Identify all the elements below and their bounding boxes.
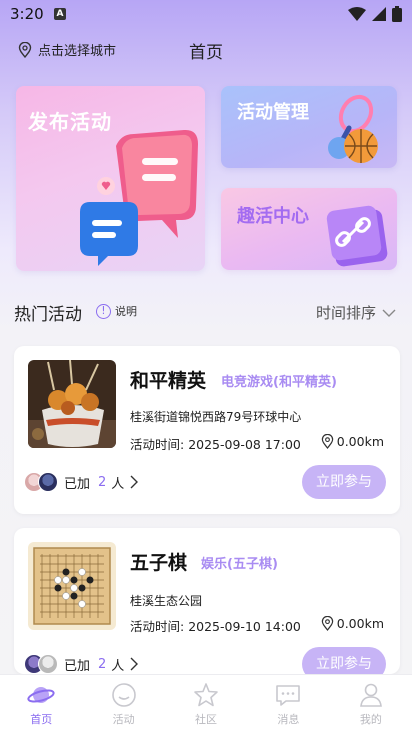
tab-community-label: 社区	[195, 713, 218, 726]
tab-home[interactable]: 首页	[0, 675, 82, 732]
activity-name: 五子棋	[130, 552, 188, 574]
joined-count: 2	[98, 474, 107, 490]
link-cube-icon	[326, 205, 388, 267]
status-time: 3:20	[10, 5, 44, 23]
status-bar: 3:20 A	[0, 0, 412, 30]
page-title: 首页	[189, 43, 223, 63]
activity-card[interactable]: 五子棋 娱乐(五子棋) 桂溪生态公园 活动时间: 2025-09-10 14:0…	[14, 528, 400, 674]
tab-profile[interactable]: 我的	[330, 675, 412, 732]
tab-profile-label: 我的	[359, 713, 382, 726]
activity-image-gomoku	[28, 542, 116, 630]
joined-prefix: 已加	[64, 658, 91, 674]
joined-count: 2	[98, 656, 107, 672]
activity-image-food	[28, 360, 116, 448]
smile-icon	[111, 683, 136, 707]
join-now-button[interactable]: 立即参与	[302, 647, 386, 674]
joined-prefix: 已加	[64, 476, 91, 492]
tab-activity[interactable]: 活动	[82, 675, 164, 732]
section-title: 热门活动	[14, 305, 82, 325]
status-icons	[348, 6, 402, 22]
activity-time: 活动时间: 2025-09-08 17:00	[130, 437, 301, 452]
star-icon	[194, 683, 218, 707]
location-pin-icon	[321, 434, 333, 449]
activity-time: 活动时间: 2025-09-10 14:00	[130, 619, 301, 634]
location-pin-icon	[321, 616, 333, 631]
sports-balls-icon	[328, 94, 378, 163]
activity-distance: 0.00km	[321, 616, 384, 631]
user-icon	[359, 683, 382, 707]
chat-bubbles-icon	[80, 129, 198, 266]
tab-community[interactable]: 社区	[165, 675, 247, 732]
planet-icon	[27, 687, 55, 703]
tab-home-label: 首页	[30, 713, 53, 726]
avatar	[38, 654, 58, 674]
bottom-tab-bar: 首页 活动 社区 消息 我的	[0, 674, 412, 732]
battery-icon	[392, 6, 402, 22]
activity-card[interactable]: 和平精英 电竞游戏(和平精英) 桂溪街道锦悦西路79号环球中心 活动时间: 20…	[14, 346, 400, 514]
wifi-icon	[348, 7, 366, 21]
chevron-right-icon	[130, 657, 139, 671]
joined-suffix: 人	[111, 476, 125, 492]
chevron-right-icon	[130, 475, 139, 489]
joined-participants[interactable]: 已加 2 人	[24, 472, 140, 492]
chevron-down-icon	[382, 309, 396, 317]
activity-management-card[interactable]: 活动管理	[221, 86, 397, 168]
activity-category: 电竞游戏(和平精英)	[221, 375, 337, 390]
notification-icon: A	[54, 8, 66, 20]
joined-suffix: 人	[111, 658, 125, 674]
tab-activity-label: 活动	[112, 713, 135, 726]
activity-address: 桂溪生态公园	[130, 594, 203, 608]
publish-activity-card[interactable]: 发布活动	[16, 86, 205, 271]
explain-label: 说明	[115, 305, 137, 318]
activity-name: 和平精英	[130, 370, 207, 392]
fun-center-card[interactable]: 趣活中心	[221, 188, 397, 270]
sort-dropdown[interactable]: 时间排序	[316, 302, 396, 323]
join-now-button[interactable]: 立即参与	[302, 465, 386, 499]
chat-icon	[276, 685, 301, 706]
sort-label: 时间排序	[315, 304, 376, 322]
avatar	[38, 472, 58, 492]
activity-category: 娱乐(五子棋)	[201, 557, 278, 572]
tab-messages[interactable]: 消息	[247, 675, 329, 732]
joined-participants[interactable]: 已加 2 人	[24, 654, 140, 674]
signal-icon	[372, 7, 386, 21]
info-icon: !	[96, 303, 111, 319]
explain-button[interactable]: ! 说明	[96, 303, 137, 319]
activity-distance: 0.00km	[321, 434, 384, 449]
activity-address: 桂溪街道锦悦西路79号环球中心	[130, 410, 302, 424]
tab-messages-label: 消息	[277, 713, 300, 726]
